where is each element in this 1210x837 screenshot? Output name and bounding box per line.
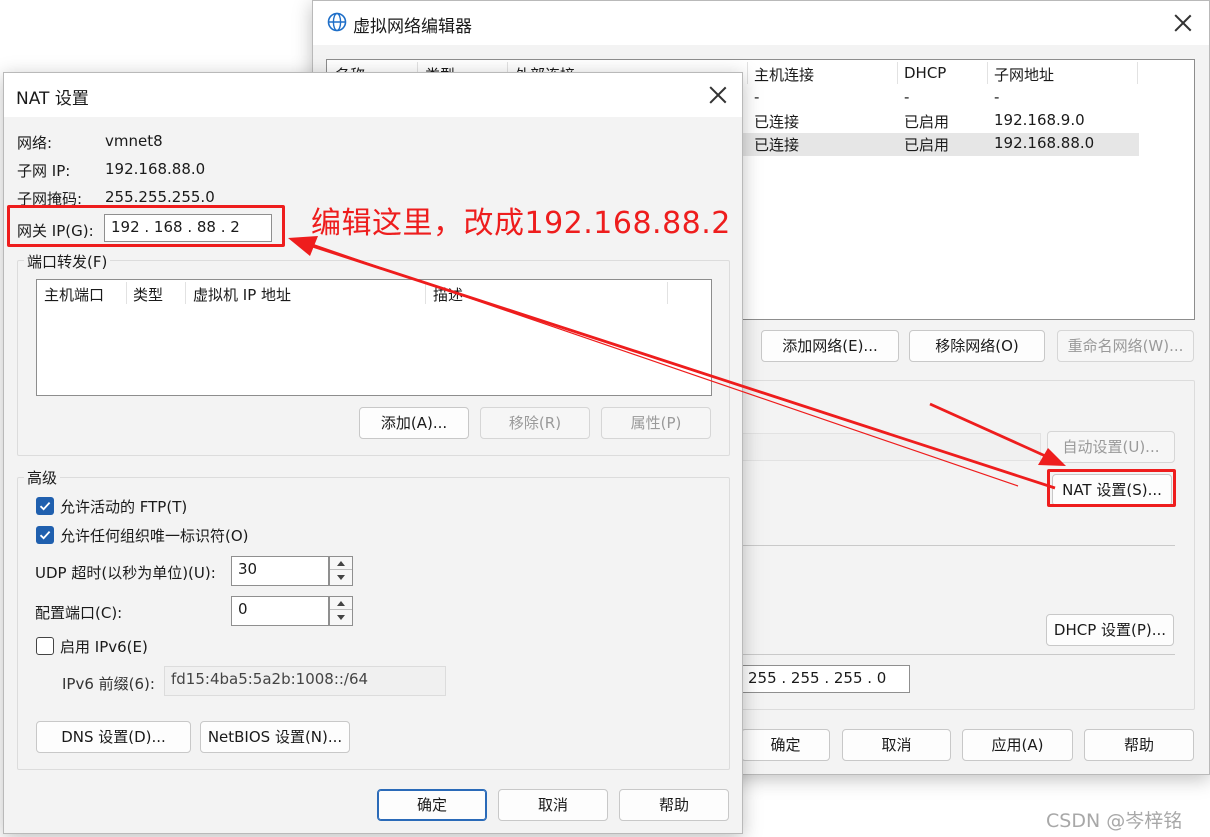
watermark: CSDN @岑梓铭 xyxy=(1046,810,1183,832)
arrow-annotation xyxy=(288,236,1066,490)
